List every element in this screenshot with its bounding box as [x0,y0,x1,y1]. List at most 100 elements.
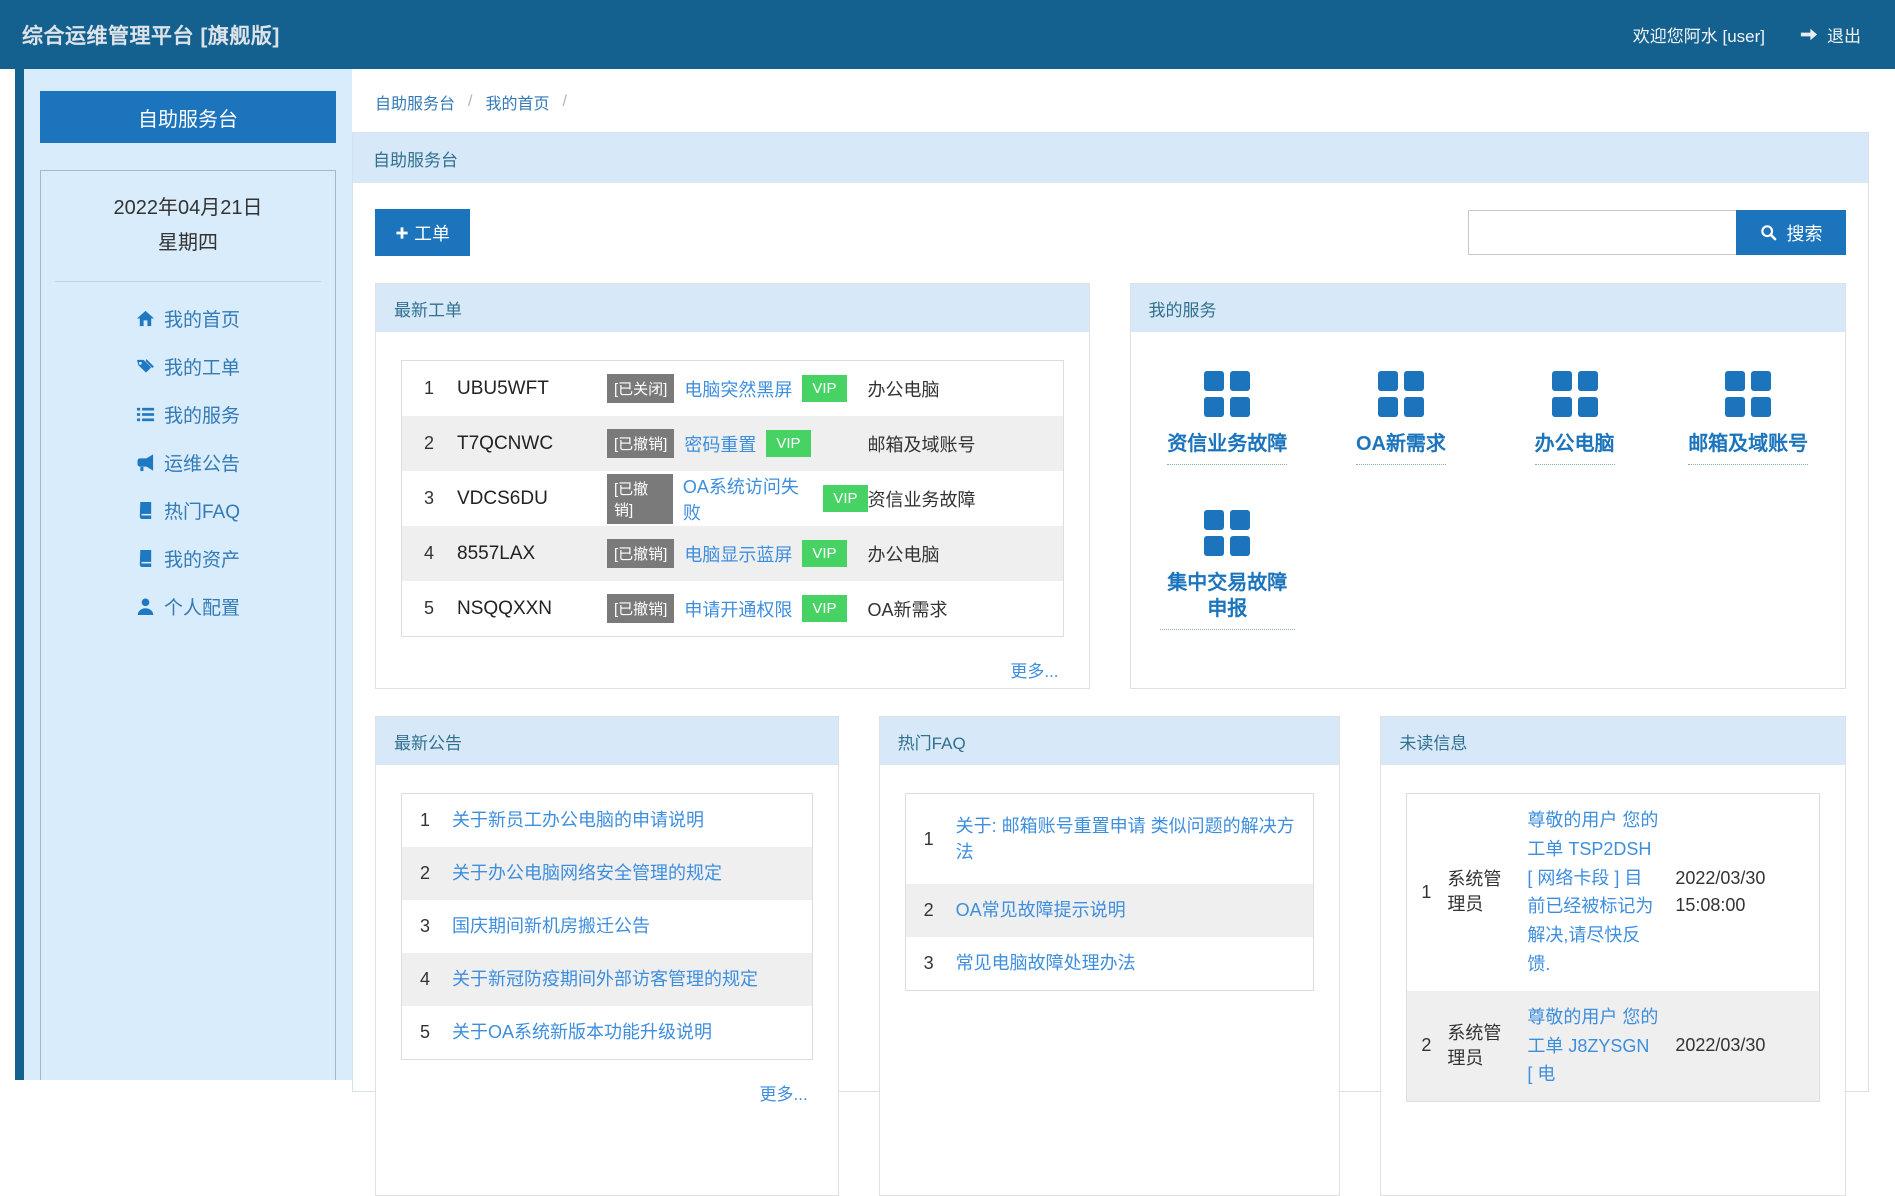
ticket-code: VDCS6DU [457,488,607,510]
sidebar-item-faq[interactable]: 热门FAQ [41,486,335,534]
announcements-more-link[interactable]: 更多... [406,1080,808,1105]
logout-button[interactable]: 退出 [1799,22,1861,47]
service-item-mail-account[interactable]: 邮箱及域账号 [1661,370,1835,465]
main-panel: 自助服务台 工单 搜索 最新工单 1 UBU5WFT [352,132,1869,1092]
message-time: 2022/03/30 [1675,1032,1819,1059]
status-badge: [已关闭] [607,374,674,403]
status-badge: [已撤销] [607,429,674,458]
th-large-icon [1724,370,1772,418]
sidebar-item-services[interactable]: 我的服务 [41,390,335,438]
list-item: 1 关于新员工办公电脑的申请说明 [402,794,812,847]
faq-title: 热门FAQ [880,717,1340,765]
faq-link[interactable]: 常见电脑故障处理办法 [956,942,1314,984]
top-bar: 综合运维管理平台 [旗舰版] 欢迎您阿水 [user] 退出 [0,0,1895,69]
sidebar-item-assets[interactable]: 我的资产 [41,534,335,582]
search-input[interactable] [1468,210,1736,255]
cards-row-bottom: 最新公告 1 关于新员工办公电脑的申请说明 2 关于办公电脑网络安全管理的规定 … [375,716,1846,1196]
announcement-link[interactable]: 关于OA系统新版本功能升级说明 [452,1011,812,1053]
bullhorn-icon [136,453,155,472]
messages-table: 1 系统管理员 尊敬的用户 您的工单 TSP2DSH [ 网络卡段 ] 目前已经… [1406,793,1820,1102]
breadcrumb-link-page[interactable]: 我的首页 [485,90,549,114]
list-item: 3 国庆期间新机房搬迁公告 [402,900,812,953]
list-item: 4 关于新冠防疫期间外部访客管理的规定 [402,953,812,1006]
home-icon [136,309,155,328]
sidebar-item-home[interactable]: 我的首页 [41,294,335,342]
status-badge: [已撤销] [607,474,673,524]
new-ticket-button[interactable]: 工单 [375,209,470,256]
breadcrumb-link-home[interactable]: 自助服务台 [375,90,455,114]
list-item: 2 关于办公电脑网络安全管理的规定 [402,847,812,900]
message-link[interactable]: 尊敬的用户 您的工单 TSP2DSH [ 网络卡段 ] 目前已经被标记为解决,请… [1527,806,1659,979]
book-icon [136,501,155,520]
divider [55,281,321,282]
message-link[interactable]: 尊敬的用户 您的工单 J8ZYSGN [ 电 [1527,1003,1659,1089]
table-row: 1 UBU5WFT [已关闭] 电脑突然黑屏 VIP 办公电脑 [402,361,1063,416]
ticket-subject-link[interactable]: OA系统访问失败 [683,473,813,525]
vip-badge: VIP [802,540,846,567]
ticket-subject-link[interactable]: 电脑显示蓝屏 [684,541,792,567]
message-time: 2022/03/30 15:08:00 [1675,865,1819,919]
ticket-code: NSQQXXN [457,598,607,620]
vip-badge: VIP [823,485,867,512]
date-display: 2022年04月21日 星期四 [41,171,335,261]
status-badge: [已撤销] [607,594,674,623]
service-item-credit-fault[interactable]: 资信业务故障 [1141,370,1315,465]
latest-tickets-title: 最新工单 [376,284,1089,332]
tags-icon [136,357,155,376]
sidebar-item-profile[interactable]: 个人配置 [41,582,335,630]
message-row: 1 系统管理员 尊敬的用户 您的工单 TSP2DSH [ 网络卡段 ] 目前已经… [1407,794,1819,991]
list-item: 1 关于: 邮箱账号重置申请 类似问题的解决方法 [906,794,1314,884]
table-row: 2 T7QCNWC [已撤销] 密码重置 VIP 邮箱及域账号 [402,416,1063,471]
faq-link[interactable]: OA常见故障提示说明 [956,889,1314,931]
ticket-code: 8557LAX [457,543,607,565]
date-text: 2022年04月21日 [41,191,335,226]
sidebar-item-announcements[interactable]: 运维公告 [41,438,335,486]
ticket-subject-link[interactable]: 电脑突然黑屏 [684,376,792,402]
ticket-subject-link[interactable]: 密码重置 [684,431,756,457]
ticket-category: 办公电脑 [868,541,1063,567]
announcements-title: 最新公告 [376,717,838,765]
service-item-oa-request[interactable]: OA新需求 [1314,370,1488,465]
my-services-card: 我的服务 资信业务故障 OA新需求 [1130,283,1847,689]
announcement-link[interactable]: 国庆期间新机房搬迁公告 [452,905,812,947]
toolbar: 工单 搜索 [375,209,1846,256]
sidebar-panel: 2022年04月21日 星期四 我的首页 我的工单 我的服务 [40,170,336,1080]
list-item: 3 常见电脑故障处理办法 [906,937,1314,990]
ticket-category: 办公电脑 [868,376,1063,402]
breadcrumb: 自助服务台 / 我的首页 / [375,90,580,114]
tickets-more-link[interactable]: 更多... [406,657,1059,682]
sidebar-title-button[interactable]: 自助服务台 [40,91,336,143]
th-large-icon [1203,370,1251,418]
announcement-link[interactable]: 关于新冠防疫期间外部访客管理的规定 [452,958,812,1000]
sidebar: 自助服务台 2022年04月21日 星期四 我的首页 我的工单 [24,69,352,1080]
faq-link[interactable]: 关于: 邮箱账号重置申请 类似问题的解决方法 [956,805,1314,873]
left-accent-strip [15,69,24,1080]
sidebar-item-tickets[interactable]: 我的工单 [41,342,335,390]
announcements-table: 1 关于新员工办公电脑的申请说明 2 关于办公电脑网络安全管理的规定 3 国庆期… [401,793,813,1060]
ticket-subject-link[interactable]: 申请开通权限 [684,596,792,622]
book-icon [136,549,155,568]
faq-table: 1 关于: 邮箱账号重置申请 类似问题的解决方法 2 OA常见故障提示说明 3 … [905,793,1315,991]
list-icon [136,405,155,424]
announcements-card: 最新公告 1 关于新员工办公电脑的申请说明 2 关于办公电脑网络安全管理的规定 … [375,716,839,1196]
table-row: 3 VDCS6DU [已撤销] OA系统访问失败 VIP 资信业务故障 [402,471,1063,526]
panel-title: 自助服务台 [353,133,1868,183]
service-item-office-pc[interactable]: 办公电脑 [1488,370,1662,465]
th-large-icon [1203,509,1251,557]
unread-messages-title: 未读信息 [1381,717,1845,765]
announcement-link[interactable]: 关于办公电脑网络安全管理的规定 [452,852,812,894]
sidebar-menu: 我的首页 我的工单 我的服务 运维公告 [41,294,335,630]
ticket-category: 邮箱及域账号 [868,431,1063,457]
welcome-text: 欢迎您阿水 [user] [1633,22,1765,47]
service-item-trade-fault[interactable]: 集中交易故障申报 [1141,509,1315,630]
table-row: 4 8557LAX [已撤销] 电脑显示蓝屏 VIP 办公电脑 [402,526,1063,581]
my-services-title: 我的服务 [1131,284,1846,332]
user-icon [136,597,155,616]
announcement-link[interactable]: 关于新员工办公电脑的申请说明 [452,799,812,841]
ticket-category: OA新需求 [868,596,1063,622]
table-row: 5 NSQQXXN [已撤销] 申请开通权限 VIP OA新需求 [402,581,1063,636]
ticket-code: T7QCNWC [457,433,607,455]
logout-arrow-icon [1799,25,1818,44]
status-badge: [已撤销] [607,539,674,568]
search-button[interactable]: 搜索 [1736,210,1846,255]
